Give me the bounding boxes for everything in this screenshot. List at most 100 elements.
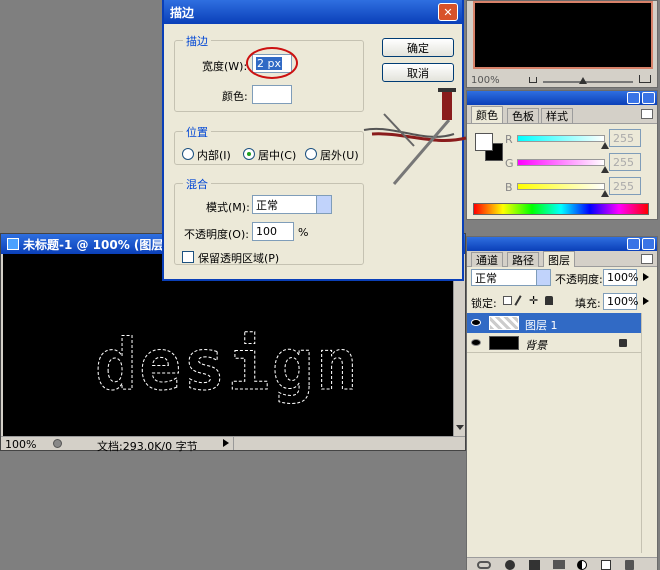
- close-button[interactable]: ✕: [438, 3, 458, 21]
- channel-b-label: B: [505, 181, 513, 194]
- layer-opacity-label: 不透明度:: [555, 273, 603, 286]
- ok-button[interactable]: 确定: [382, 38, 454, 57]
- document-zoom[interactable]: 100%: [5, 438, 36, 451]
- dialog-title: 描边: [170, 5, 195, 20]
- channel-g-slider[interactable]: [517, 159, 605, 166]
- color-panel-titlebar[interactable]: [467, 91, 657, 105]
- channel-r-input[interactable]: 255: [609, 129, 641, 147]
- layer-mask-icon[interactable]: [529, 560, 540, 570]
- mode-value: 正常: [256, 198, 278, 212]
- minimize-icon[interactable]: [627, 238, 640, 250]
- outside-label: 居外(U): [320, 149, 359, 162]
- close-icon[interactable]: [642, 92, 655, 104]
- lock-transparency-icon[interactable]: [503, 296, 512, 305]
- trash-icon[interactable]: [625, 560, 634, 570]
- chevron-down-icon: [536, 270, 550, 285]
- channel-r-label: R: [505, 133, 513, 146]
- channel-b-slider[interactable]: [517, 183, 605, 190]
- width-label: 宽度(W):: [202, 60, 248, 73]
- layers-panel: 通道 路径 图层 正常 不透明度: 100% 锁定: ✛ 填充: 100% 图层…: [466, 236, 658, 570]
- eye-icon[interactable]: [471, 319, 481, 326]
- minimize-icon[interactable]: [627, 92, 640, 104]
- tab-paths[interactable]: 路径: [507, 252, 539, 267]
- layers-panel-titlebar[interactable]: [467, 237, 657, 251]
- blend-mode-value: 正常: [475, 271, 497, 285]
- document-status-bar: 100% 文档:293.0K/0 字节: [1, 436, 465, 453]
- lock-all-icon[interactable]: [545, 296, 553, 305]
- opacity-label: 不透明度(O):: [184, 228, 249, 241]
- radio-dot: [247, 152, 251, 156]
- tab-swatches[interactable]: 色板: [507, 108, 539, 123]
- document-size-status: 文档:293.0K/0 字节: [97, 440, 198, 453]
- preserve-transparency-label: 保留透明区域(P): [198, 252, 280, 265]
- layer-row[interactable]: 背景: [467, 333, 641, 353]
- horizontal-scrollbar[interactable]: [233, 437, 453, 450]
- color-panel: 颜色 色板 样式 R 255 G 255 B 255: [466, 90, 658, 220]
- navigator-zoom-out-icon[interactable]: [529, 77, 537, 83]
- cancel-button[interactable]: 取消: [382, 63, 454, 82]
- center-radio[interactable]: [243, 148, 255, 160]
- opacity-arrow-icon[interactable]: [643, 273, 649, 281]
- panel-menu-icon[interactable]: [641, 109, 653, 119]
- lock-brush-icon[interactable]: [514, 295, 522, 306]
- eye-icon[interactable]: [471, 339, 481, 346]
- layer-style-icon[interactable]: [505, 560, 515, 570]
- channel-b-thumb[interactable]: [601, 190, 609, 197]
- inside-radio[interactable]: [182, 148, 194, 160]
- new-set-icon[interactable]: [553, 560, 565, 569]
- tab-channels[interactable]: 通道: [471, 252, 503, 267]
- vertical-scrollbar[interactable]: [453, 254, 465, 436]
- channel-r-thumb[interactable]: [601, 142, 609, 149]
- layer-row[interactable]: 图层 1: [467, 313, 641, 333]
- panel-menu-icon[interactable]: [641, 254, 653, 264]
- lock-move-icon[interactable]: ✛: [529, 295, 538, 306]
- tab-styles[interactable]: 样式: [541, 108, 573, 123]
- canvas-area[interactable]: design: [3, 254, 453, 436]
- outside-radio[interactable]: [305, 148, 317, 160]
- layer-thumbnail-transparent: [489, 316, 519, 330]
- chevron-down-icon: [316, 196, 331, 213]
- layers-panel-tabs: 通道 路径 图层: [467, 251, 657, 267]
- navigator-panel: 100%: [466, 0, 658, 88]
- close-icon[interactable]: [642, 238, 655, 250]
- color-label: 颜色:: [222, 90, 248, 103]
- adjustment-layer-icon[interactable]: [577, 560, 587, 570]
- layers-bottom-toolbar: [467, 557, 657, 570]
- inside-label: 内部(I): [197, 149, 231, 162]
- status-menu-icon[interactable]: [53, 439, 62, 448]
- color-spectrum-bar[interactable]: [473, 203, 649, 215]
- navigator-preview: [473, 1, 653, 69]
- photoshop-doc-icon: [7, 238, 19, 250]
- opacity-input[interactable]: 100: [252, 222, 294, 241]
- stroke-group-title: 描边: [183, 33, 211, 49]
- channel-g-input[interactable]: 255: [609, 153, 641, 171]
- stroke-color-swatch[interactable]: [252, 85, 292, 104]
- layers-scrollbar[interactable]: [641, 313, 655, 553]
- center-label: 居中(C): [258, 149, 297, 162]
- channel-b-input[interactable]: 255: [609, 177, 641, 195]
- status-arrow-icon[interactable]: [223, 439, 229, 447]
- navigator-zoom-in-icon[interactable]: [639, 75, 651, 83]
- layer-opacity-input[interactable]: 100%: [603, 269, 638, 286]
- channel-g-thumb[interactable]: [601, 166, 609, 173]
- mode-select[interactable]: 正常: [252, 195, 332, 214]
- navigator-zoom-slider[interactable]: [543, 81, 633, 83]
- link-layers-icon[interactable]: [477, 561, 491, 569]
- preserve-transparency-checkbox[interactable]: [182, 251, 194, 263]
- layer-name: 背景: [525, 339, 547, 352]
- scroll-down-arrow-icon[interactable]: [456, 425, 464, 430]
- channel-r-slider[interactable]: [517, 135, 605, 142]
- navigator-slider-thumb[interactable]: [579, 77, 587, 84]
- pen-decoration-graphic: [363, 88, 467, 185]
- stroke-dialog-titlebar[interactable]: 描边 ✕: [164, 0, 462, 24]
- fill-label: 填充:: [575, 297, 601, 310]
- fill-input[interactable]: 100%: [603, 293, 638, 310]
- width-highlight-annotation: [246, 47, 298, 79]
- mode-label: 模式(M):: [206, 201, 250, 214]
- blend-mode-select[interactable]: 正常: [471, 269, 551, 286]
- design-selection-marquee: design: [95, 324, 360, 406]
- tab-layers[interactable]: 图层: [543, 251, 575, 267]
- fill-arrow-icon[interactable]: [643, 297, 649, 305]
- color-panel-tabs: 颜色 色板 样式: [467, 105, 657, 124]
- new-layer-icon[interactable]: [601, 560, 611, 570]
